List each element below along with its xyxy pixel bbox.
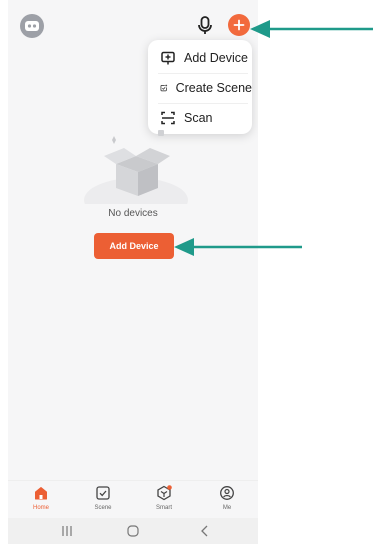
tab-scene[interactable]: Scene (78, 485, 128, 517)
add-device-button[interactable]: Add Device (94, 233, 174, 259)
tab-home[interactable]: Home (16, 485, 66, 517)
tab-label: Me (222, 505, 232, 511)
tab-label: Scene (94, 505, 112, 511)
tab-me[interactable]: Me (202, 485, 252, 517)
bottom-tab-bar: Home Scene Smart Me (8, 480, 258, 519)
app-screen: Add Device Create Scene Scan No devices … (8, 0, 258, 544)
add-device-icon (161, 51, 175, 65)
recents-icon[interactable] (60, 524, 74, 538)
empty-state-text: No devices (108, 208, 158, 219)
system-navigation-bar (8, 518, 258, 544)
me-icon (220, 486, 234, 500)
create-scene-icon (160, 84, 168, 92)
microphone-icon[interactable] (194, 14, 216, 36)
empty-box-illustration (84, 130, 188, 204)
menu-item-label: Scan (184, 111, 213, 125)
menu-item-label: Create Scene (175, 81, 252, 95)
home-icon (35, 487, 47, 500)
back-icon[interactable] (198, 524, 212, 538)
scan-icon (161, 111, 175, 125)
tab-label: Smart (155, 505, 172, 511)
annotation-arrow-top (250, 20, 373, 38)
tab-smart[interactable]: Smart (139, 485, 189, 517)
menu-item-create-scene[interactable]: Create Scene (148, 73, 252, 103)
plus-icon (233, 19, 245, 31)
add-button[interactable] (228, 14, 250, 36)
add-menu-dropdown: Add Device Create Scene Scan (148, 40, 252, 134)
menu-item-label: Add Device (184, 51, 248, 65)
scene-icon (96, 486, 110, 500)
annotation-arrow-button (174, 238, 302, 256)
home-circle-icon[interactable] (126, 524, 140, 538)
avatar-icon[interactable] (20, 14, 44, 38)
smart-icon (157, 485, 172, 501)
menu-item-add-device[interactable]: Add Device (148, 43, 252, 73)
tab-label: Home (32, 505, 49, 511)
